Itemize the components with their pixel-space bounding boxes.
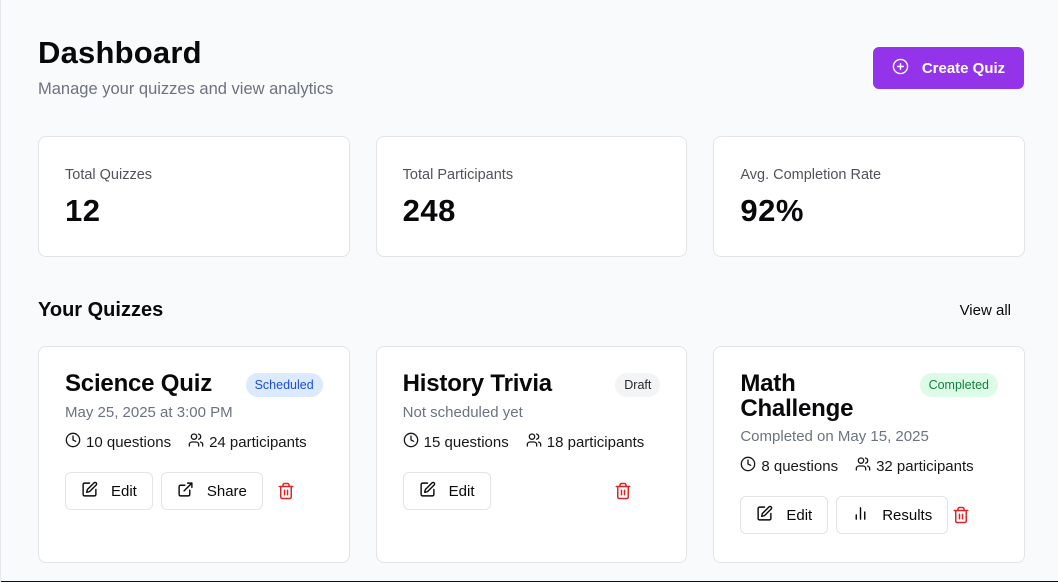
question-count: 8 questions bbox=[761, 458, 839, 475]
stats-row: Total Quizzes 12 Total Participants 248 … bbox=[38, 136, 1026, 257]
delete-button[interactable] bbox=[952, 506, 970, 524]
users-icon bbox=[855, 456, 871, 478]
clock-icon bbox=[740, 456, 756, 478]
quiz-list: Science Quiz Scheduled May 25, 2025 at 3… bbox=[38, 346, 1026, 563]
stat-card-total-quizzes: Total Quizzes 12 bbox=[38, 136, 350, 257]
edit-icon bbox=[81, 481, 98, 502]
stat-card-completion-rate: Avg. Completion Rate 92% bbox=[713, 136, 1026, 257]
status-badge: Completed bbox=[919, 373, 999, 397]
dashboard-page: Dashboard Manage your quizzes and view a… bbox=[0, 0, 1058, 582]
quiz-actions: Edit Share bbox=[65, 472, 323, 510]
participant-count: 32 participants bbox=[876, 458, 974, 475]
delete-button[interactable] bbox=[614, 482, 632, 500]
plus-circle-icon bbox=[892, 58, 909, 79]
external-link-icon bbox=[177, 481, 194, 502]
section-title: Your Quizzes bbox=[38, 299, 164, 321]
edit-button[interactable]: Edit bbox=[402, 472, 491, 510]
trash-icon bbox=[277, 482, 295, 504]
stat-value: 248 bbox=[402, 193, 456, 228]
create-quiz-label: Create Quiz bbox=[921, 59, 1006, 77]
quiz-meta: 8 questions 32 participants bbox=[740, 456, 998, 478]
status-badge: Draft bbox=[615, 373, 661, 397]
edit-button[interactable]: Edit bbox=[65, 472, 153, 510]
bar-chart-icon bbox=[852, 505, 869, 526]
quiz-meta: 15 questions 18 participants bbox=[403, 432, 661, 454]
quiz-title: History Trivia bbox=[402, 370, 552, 397]
stat-value: 92% bbox=[740, 193, 804, 228]
quiz-card-history-trivia: History Trivia Draft Not scheduled yet 1… bbox=[375, 346, 688, 563]
users-icon bbox=[526, 432, 542, 454]
quiz-actions: Edit Results bbox=[740, 496, 998, 534]
stat-card-total-participants: Total Participants 248 bbox=[375, 136, 688, 257]
clock-icon bbox=[65, 432, 81, 454]
quiz-meta: 10 questions 24 participants bbox=[65, 432, 323, 454]
quiz-card-science-quiz: Science Quiz Scheduled May 25, 2025 at 3… bbox=[38, 346, 350, 563]
view-all-link[interactable]: View all bbox=[960, 300, 1011, 322]
edit-icon bbox=[756, 505, 773, 526]
participant-count: 24 participants bbox=[209, 434, 307, 451]
delete-button[interactable] bbox=[277, 482, 295, 500]
stat-label: Total Quizzes bbox=[65, 167, 153, 183]
trash-icon bbox=[952, 506, 970, 528]
quiz-date: Completed on May 15, 2025 bbox=[740, 428, 929, 445]
status-badge: Scheduled bbox=[245, 373, 323, 397]
question-count: 10 questions bbox=[86, 434, 172, 451]
question-count: 15 questions bbox=[423, 434, 509, 451]
quiz-date: Not scheduled yet bbox=[402, 404, 523, 421]
stat-label: Total Participants bbox=[402, 167, 514, 183]
quiz-actions: Edit bbox=[402, 472, 661, 510]
create-quiz-button[interactable]: Create Quiz bbox=[873, 47, 1024, 89]
share-button[interactable]: Share bbox=[160, 472, 263, 510]
edit-icon bbox=[419, 481, 436, 502]
edit-label: Edit bbox=[786, 506, 813, 524]
stat-value: 12 bbox=[65, 193, 101, 228]
trash-icon bbox=[614, 482, 632, 504]
quiz-title: Science Quiz bbox=[65, 370, 212, 397]
results-label: Results bbox=[882, 506, 933, 524]
share-label: Share bbox=[206, 482, 247, 500]
stat-label: Avg. Completion Rate bbox=[740, 167, 882, 183]
results-button[interactable]: Results bbox=[836, 496, 949, 534]
page-header: Dashboard Manage your quizzes and view a… bbox=[38, 34, 1024, 104]
edit-label: Edit bbox=[448, 482, 475, 500]
edit-label: Edit bbox=[111, 482, 137, 500]
quiz-title: Math Challenge bbox=[740, 370, 854, 422]
users-icon bbox=[188, 432, 204, 454]
participant-count: 18 participants bbox=[546, 434, 645, 451]
quiz-card-math-challenge: Math Challenge Completed Completed on Ma… bbox=[713, 346, 1026, 563]
edit-button[interactable]: Edit bbox=[740, 496, 829, 534]
quiz-date: May 25, 2025 at 3:00 PM bbox=[65, 404, 233, 421]
clock-icon bbox=[403, 432, 419, 454]
